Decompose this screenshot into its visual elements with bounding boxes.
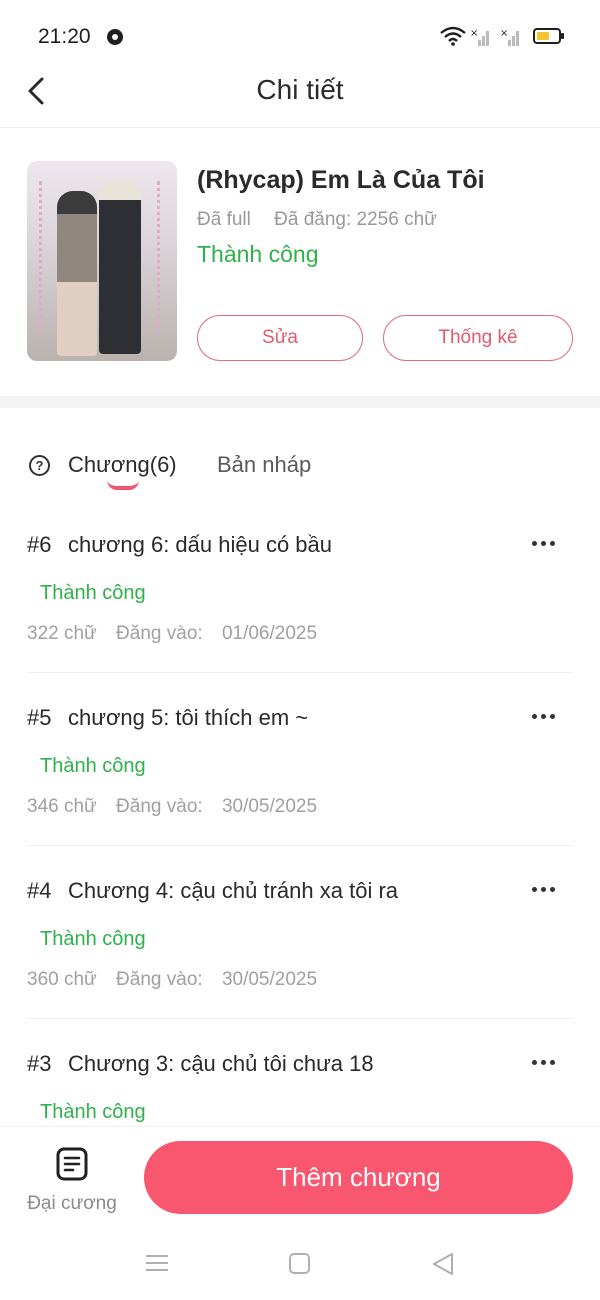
chapter-title: Chương 4: cậu chủ tránh xa tôi ra [68,878,398,903]
recent-apps-icon[interactable] [146,1254,168,1272]
wifi-icon [440,26,466,46]
bottom-action-bar: Đại cương Thêm chương [0,1126,600,1236]
chapter-word-count: 360 chữ [27,969,97,990]
chapter-number: #6 [27,532,52,557]
story-card: (Rhycap) Em Là Của Tôi Đã full Đã đăng: … [0,128,600,396]
chapter-posted-label: Đăng vào: [116,796,203,817]
chapter-title: chương 6: dấu hiệu có bầu [68,532,333,557]
story-title: (Rhycap) Em Là Của Tôi [197,166,485,194]
signal-icon-2: × [500,28,519,46]
back-triangle-icon[interactable] [431,1252,455,1276]
battery-icon [533,28,564,44]
more-icon[interactable] [528,880,560,900]
system-nav-bar [0,1236,600,1300]
chrome-icon [107,29,123,45]
chapter-date: 01/06/2025 [221,623,318,644]
story-cover-image[interactable] [27,161,177,361]
chapter-word-count: 346 chữ [27,796,97,817]
add-chapter-button[interactable]: Thêm chương [144,1141,573,1214]
chapter-meta: 322 chữ Đăng vào: 01/06/2025 [27,623,317,645]
edit-button[interactable]: Sửa [197,315,363,361]
chapter-meta: 346 chữ Đăng vào: 30/05/2025 [27,796,317,818]
active-tab-indicator [107,480,139,490]
chapter-date: 30/05/2025 [221,796,318,817]
list-item[interactable]: #4 Chương 4: cậu chủ tránh xa tôi ra Thà… [0,846,600,1019]
document-list-icon [56,1147,88,1181]
cover-figure-left [57,191,97,356]
chapter-status: Thành công [40,928,146,950]
story-word-count: Đã đăng: 2256 chữ [274,209,437,230]
tab-chapters[interactable]: Chương(6) [68,452,177,478]
outline-label: Đại cương [27,1193,117,1214]
chapter-title: chương 5: tôi thích em ~ [68,705,309,730]
more-icon[interactable] [528,534,560,554]
status-bar: 21:20 × × [0,0,600,72]
chapter-word-count: 322 chữ [27,623,97,644]
chapter-posted-label: Đăng vào: [116,623,203,644]
chapter-number: #4 [27,878,52,903]
section-divider [0,396,600,408]
story-progress: Đã full [197,209,251,230]
tab-drafts[interactable]: Bản nháp [217,452,311,478]
help-icon[interactable]: ? [29,455,50,476]
chapter-number: #5 [27,705,52,730]
cover-figure-right [99,179,141,354]
header: Chi tiết [0,72,600,128]
chapter-meta: 360 chữ Đăng vào: 30/05/2025 [27,969,317,991]
page-title: Chi tiết [256,74,344,105]
chapter-status: Thành công [40,1101,146,1123]
tab-bar: ? Chương(6) Bản nháp [0,440,600,500]
chapter-date: 30/05/2025 [221,969,318,990]
chapter-title: Chương 3: cậu chủ tôi chưa 18 [68,1051,374,1076]
svg-text:×: × [470,28,478,39]
chapter-number: #3 [27,1051,52,1076]
chapter-status: Thành công [40,755,146,777]
list-item[interactable]: #6 chương 6: dấu hiệu có bầu Thành công … [0,500,600,673]
svg-text:×: × [500,28,508,39]
home-icon[interactable] [289,1253,310,1274]
more-icon[interactable] [528,707,560,727]
story-meta: Đã full Đã đăng: 2256 chữ [197,209,437,231]
signal-icon: × [470,28,489,46]
chapter-posted-label: Đăng vào: [116,969,203,990]
status-time: 21:20 [38,25,91,48]
story-status: Thành công [197,241,319,267]
outline-button[interactable]: Đại cương [20,1145,124,1219]
stats-button[interactable]: Thống kê [383,315,573,361]
more-icon[interactable] [528,1053,560,1073]
chapter-status: Thành công [40,582,146,604]
list-item[interactable]: #5 chương 5: tôi thích em ~ Thành công 3… [0,673,600,846]
